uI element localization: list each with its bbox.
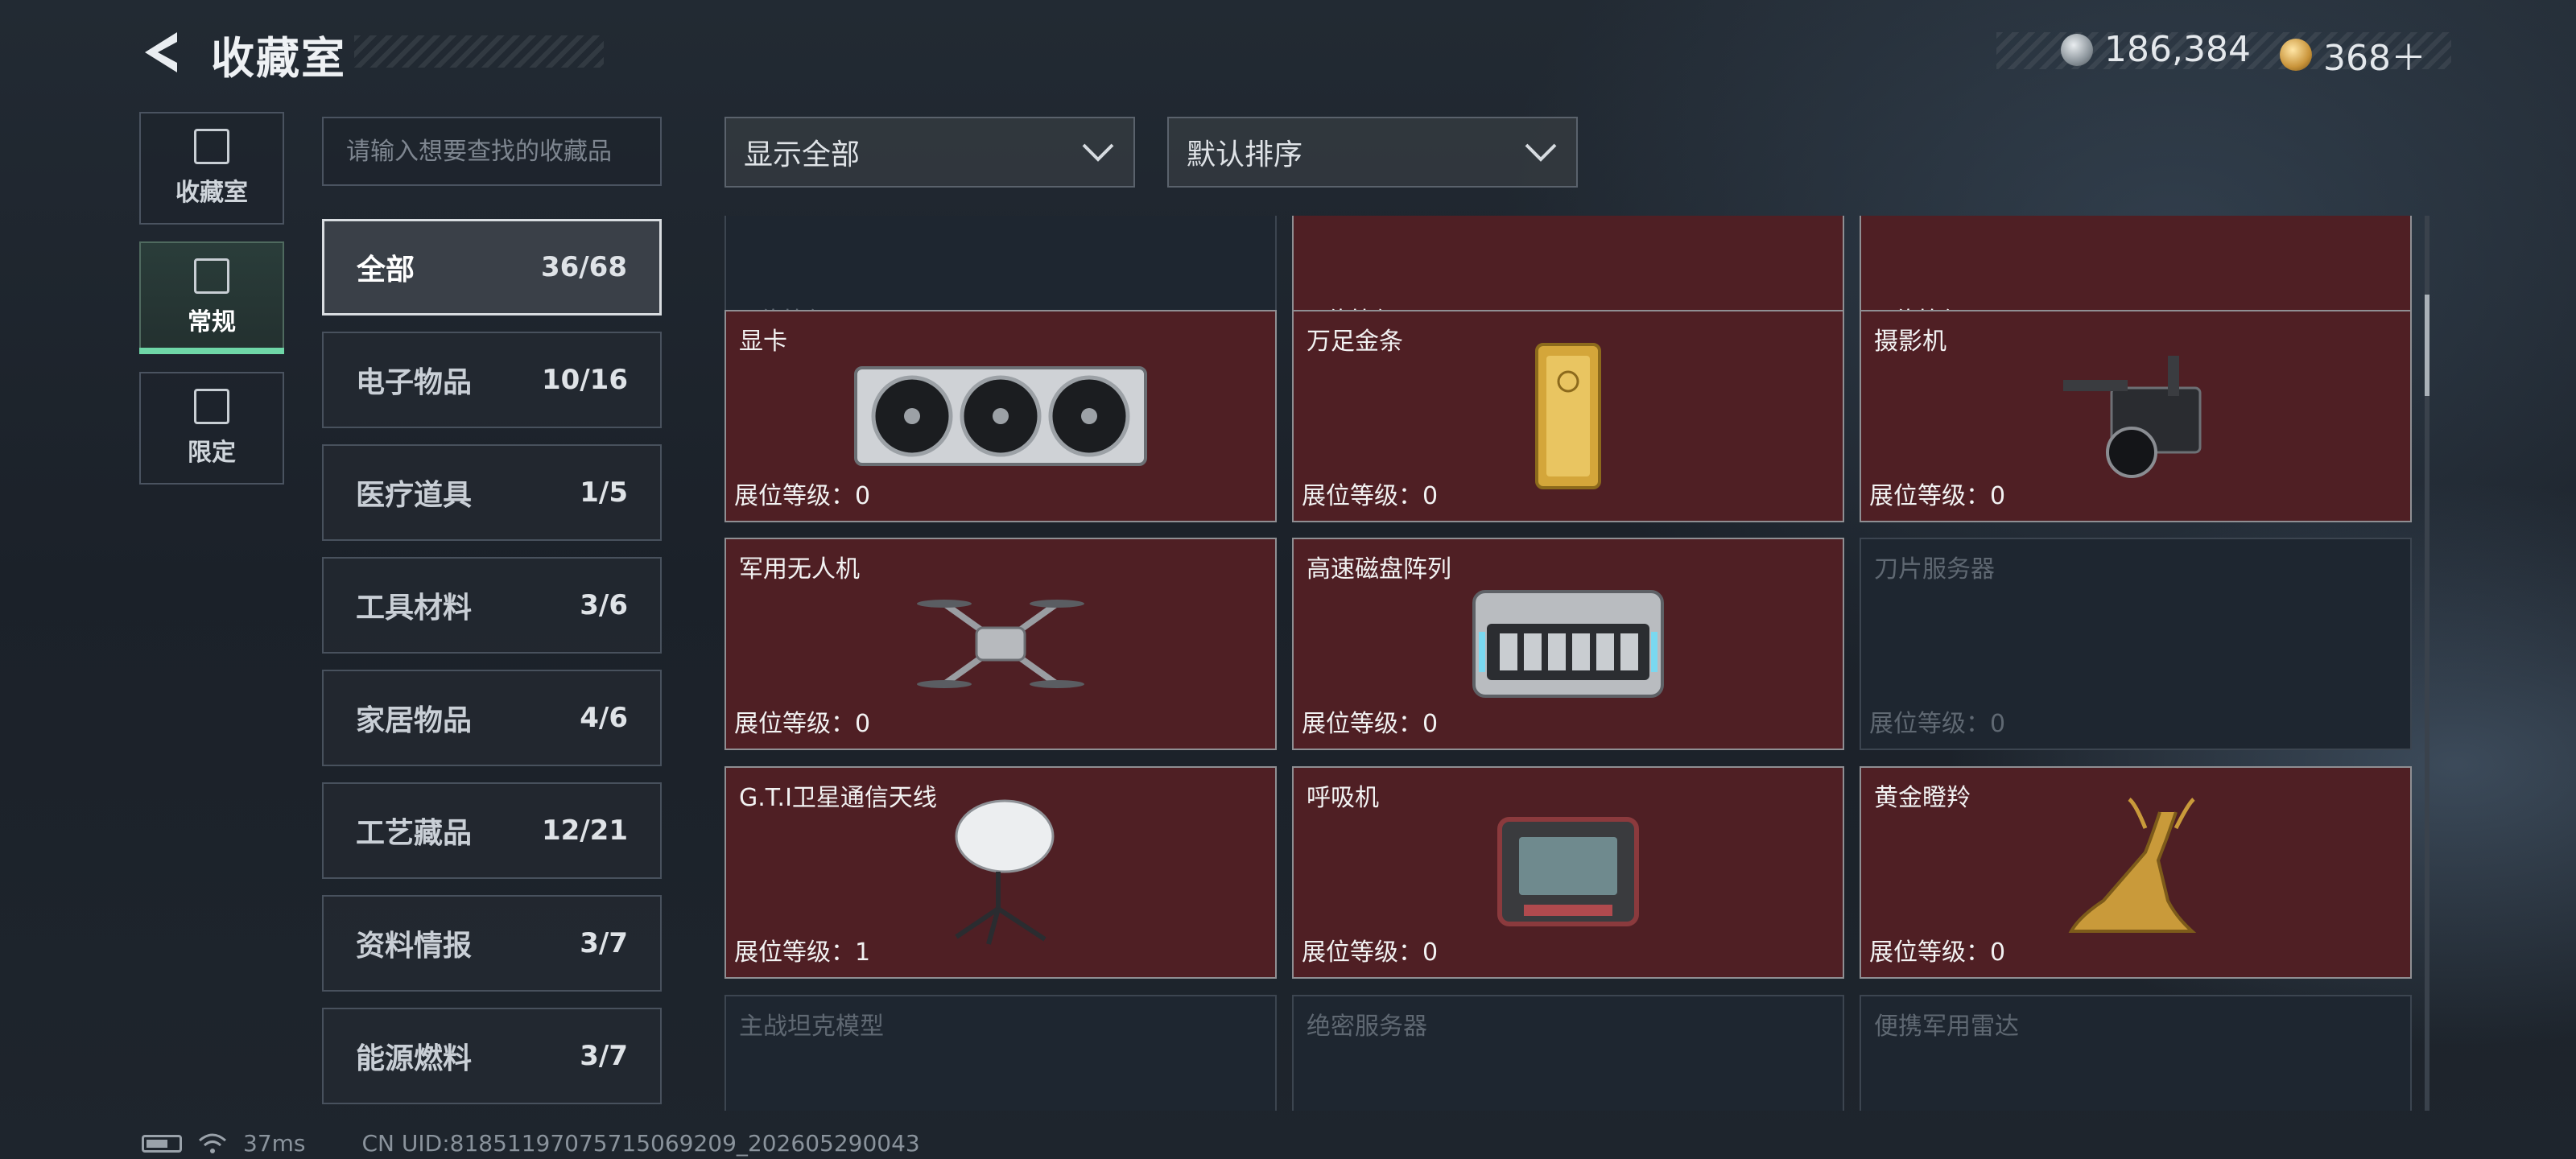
currency-gold[interactable]: 368＋ — [2280, 29, 2426, 80]
category-count: 3/6 — [580, 589, 628, 621]
collection-card-graphics-card[interactable]: 显卡 展位等级：0 — [724, 310, 1277, 522]
gold-coin-icon — [2280, 39, 2312, 71]
category-name: 能源燃料 — [356, 1042, 473, 1075]
category-name: 工具材料 — [356, 592, 473, 625]
category-count: 3/7 — [580, 1040, 628, 1072]
category-tools[interactable]: 工具材料 3/6 — [322, 557, 662, 654]
nav-tab-label: 限定 — [188, 439, 236, 467]
category-energy[interactable]: 能源燃料 3/7 — [322, 1008, 662, 1104]
category-electronics[interactable]: 电子物品 10/16 — [322, 332, 662, 428]
category-intel[interactable]: 资料情报 3/7 — [322, 895, 662, 992]
filter-dropdown-value: 显示全部 — [744, 138, 861, 171]
card-level: 展位等级：0 — [1302, 710, 1439, 738]
active-indicator — [139, 348, 284, 354]
page-title: 收藏室 — [211, 33, 346, 84]
card-name: 刀片服务器 — [1874, 555, 1995, 584]
collection-card-blade-server[interactable]: 刀片服务器 展位等级：0 — [1860, 538, 2412, 750]
nav-tab-label: 收藏室 — [175, 179, 248, 207]
collection-card-tank-model[interactable]: 主战坦克模型 — [724, 995, 1277, 1111]
collection-card-portable-radar[interactable]: 便携军用雷达 — [1860, 995, 2412, 1111]
chevron-down-icon — [1082, 143, 1114, 162]
category-count: 4/6 — [580, 702, 628, 734]
trophy-icon — [194, 129, 229, 164]
collection-card-drone[interactable]: 军用无人机 展位等级：0 — [724, 538, 1277, 750]
category-count: 1/5 — [580, 476, 628, 509]
nav-tab-label: 常规 — [188, 308, 236, 336]
collection-card-gold-bar[interactable]: 万足金条 展位等级：0 — [1292, 310, 1844, 522]
card-name: G.T.I卫星通信天线 — [739, 784, 937, 812]
category-count: 12/21 — [541, 815, 628, 847]
card-level: 展位等级：0 — [1869, 482, 2006, 510]
nav-tab-collection-room[interactable]: 收藏室 — [139, 112, 284, 225]
collection-card-top-secret-server[interactable]: 绝密服务器 — [1292, 995, 1844, 1111]
nav-tab-limited[interactable]: 限定 — [139, 372, 284, 485]
sort-dropdown-value: 默认排序 — [1187, 138, 1303, 171]
collection-grid[interactable]: 展位等级：0 展位等级：0 展位等级：0 显卡 展位等级：0 万足金条 展位等级… — [724, 216, 2415, 1111]
category-count: 10/16 — [541, 364, 628, 396]
card-name: 呼吸机 — [1307, 784, 1379, 812]
card-level: 展位等级：0 — [734, 482, 871, 510]
nav-tab-normal[interactable]: 常规 — [139, 241, 284, 354]
category-name: 资料情报 — [356, 930, 473, 963]
category-medical[interactable]: 医疗道具 1/5 — [322, 444, 662, 541]
card-level: 展位等级：0 — [1869, 710, 2006, 738]
satellite-antenna-icon — [955, 799, 1055, 945]
chevron-down-icon — [1525, 143, 1557, 162]
card-level: 展位等级：0 — [1302, 938, 1439, 967]
category-name: 全部 — [357, 254, 415, 287]
currency-silver: 186,384 — [2061, 29, 2251, 70]
grid-scrollbar-thumb[interactable] — [2425, 295, 2429, 396]
status-footer: 37ms CN UID:818511970757150692​09_202605… — [142, 1130, 920, 1157]
ventilator-icon — [1497, 817, 1639, 926]
collection-card-disk-array[interactable]: 高速磁盘阵列 展位等级：0 — [1292, 538, 1844, 750]
golden-gazelle-icon — [2068, 798, 2197, 933]
card-level: 展位等级：0 — [1869, 938, 2006, 967]
category-count: 3/7 — [580, 927, 628, 959]
drone-icon — [917, 600, 1084, 688]
card-name: 显卡 — [739, 328, 787, 356]
card-name: 主战坦克模型 — [739, 1013, 884, 1041]
category-household[interactable]: 家居物品 4/6 — [322, 670, 662, 766]
category-name: 医疗道具 — [356, 479, 473, 512]
title-decoration — [354, 35, 604, 68]
collection-card-ventilator[interactable]: 呼吸机 展位等级：0 — [1292, 766, 1844, 979]
video-camera-icon — [2063, 356, 2202, 478]
card-name: 摄影机 — [1874, 328, 1946, 356]
card-name: 绝密服务器 — [1307, 1013, 1427, 1041]
category-name: 工艺藏品 — [356, 817, 473, 850]
normal-collection-icon — [194, 258, 229, 294]
collection-card-satellite-antenna[interactable]: G.T.I卫星通信天线 展位等级：1 — [724, 766, 1277, 979]
category-count: 36/68 — [540, 251, 627, 283]
wifi-icon — [199, 1133, 226, 1153]
card-name: 高速磁盘阵列 — [1307, 555, 1451, 584]
card-name: 万足金条 — [1307, 328, 1403, 356]
card-name: 黄金瞪羚 — [1874, 784, 1971, 812]
card-name: 便携军用雷达 — [1874, 1013, 2019, 1041]
card-level: 展位等级：1 — [734, 938, 871, 967]
back-button[interactable] — [137, 27, 187, 77]
collection-card-video-camera[interactable]: 摄影机 展位等级：0 — [1860, 310, 2412, 522]
category-name: 电子物品 — [356, 366, 473, 399]
search-input[interactable] — [322, 117, 662, 186]
limited-collection-icon — [194, 389, 229, 424]
category-name: 家居物品 — [356, 704, 473, 737]
back-arrow-icon — [145, 32, 177, 72]
card-name: 军用无人机 — [739, 555, 860, 584]
ping-value: 37ms — [243, 1130, 306, 1157]
currency-gold-amount: 368＋ — [2323, 38, 2426, 79]
silver-coin-icon — [2061, 33, 2093, 66]
battery-icon — [142, 1134, 182, 1153]
card-level: 展位等级：0 — [1302, 482, 1439, 510]
category-crafts[interactable]: 工艺藏品 12/21 — [322, 782, 662, 879]
sort-dropdown[interactable]: 默认排序 — [1167, 117, 1578, 188]
collection-card-golden-gazelle[interactable]: 黄金瞪羚 展位等级：0 — [1860, 766, 2412, 979]
filter-dropdown[interactable]: 显示全部 — [724, 117, 1135, 188]
category-all[interactable]: 全部 36/68 — [322, 219, 662, 316]
gold-bar-icon — [1535, 343, 1601, 489]
disk-array-icon — [1472, 590, 1664, 698]
card-level: 展位等级：0 — [734, 710, 871, 738]
user-uid: CN UID:818511970757150692​09_20260529004… — [361, 1130, 920, 1157]
currency-silver-amount: 186,384 — [2104, 29, 2251, 70]
graphics-card-icon — [854, 366, 1147, 466]
